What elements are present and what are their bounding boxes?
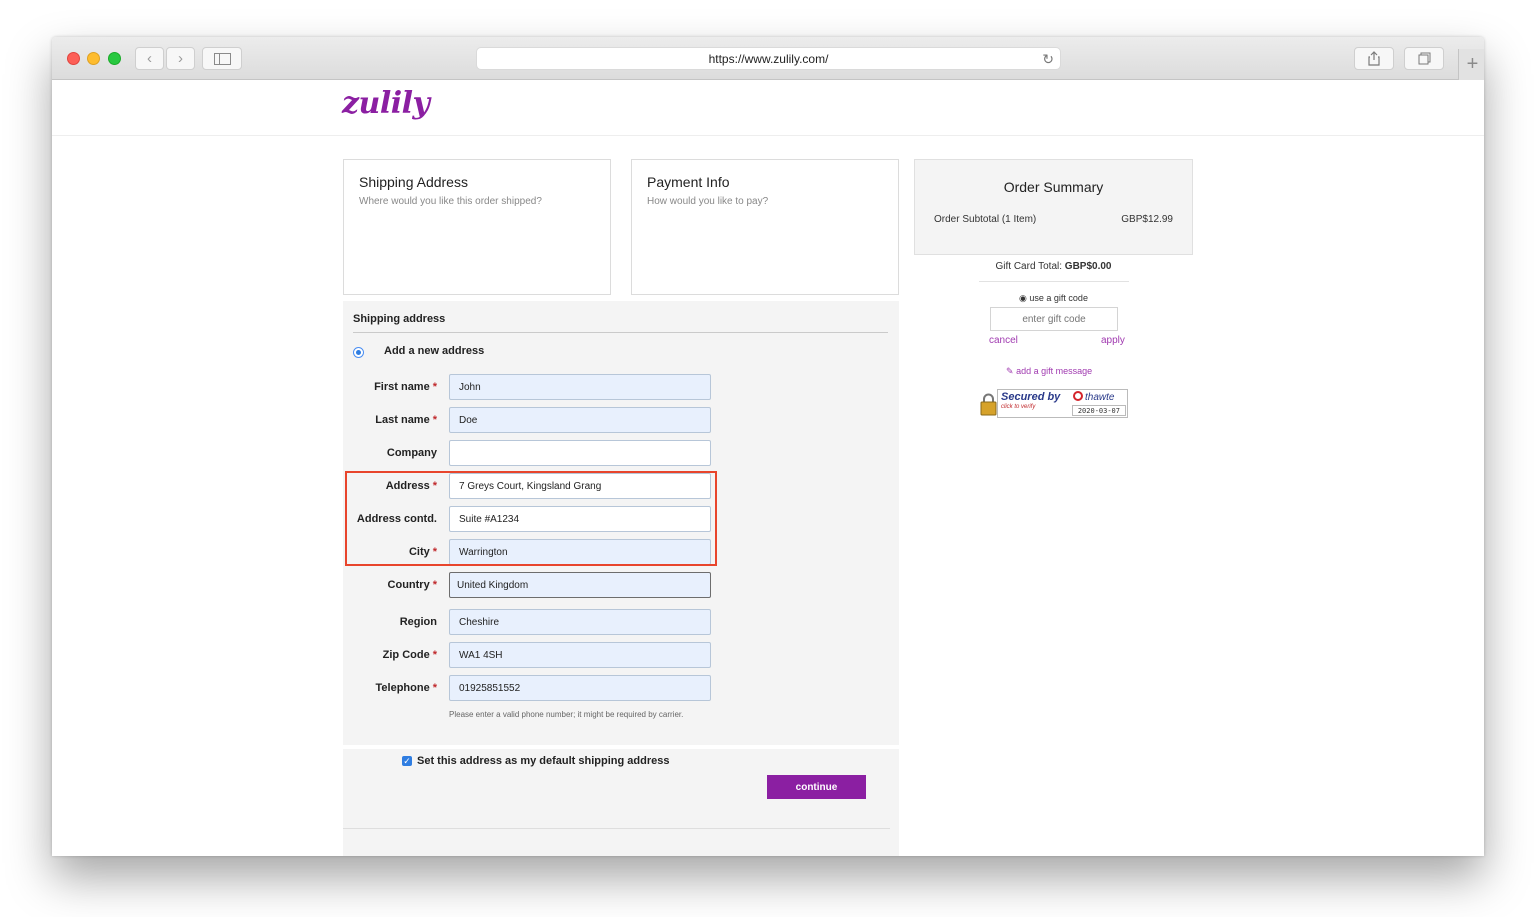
required-marker: * bbox=[432, 579, 437, 591]
telephone-label: Telephone * bbox=[376, 682, 437, 694]
section-divider bbox=[353, 332, 888, 333]
shipping-address-form: Shipping address Add a new address First… bbox=[343, 301, 899, 856]
thawte-logo: thawte bbox=[1073, 391, 1114, 403]
order-subtotal-value: GBP$12.99 bbox=[1121, 214, 1173, 225]
form-footer: ✓ Set this address as my default shippin… bbox=[343, 745, 899, 856]
thawte-logo-mark bbox=[1073, 391, 1083, 401]
address-bar[interactable]: https://www.zulily.com/ ↻ bbox=[476, 47, 1061, 70]
gift-code-cancel-link[interactable]: cancel bbox=[989, 335, 1018, 346]
default-address-label: Set this address as my default shipping … bbox=[417, 755, 670, 767]
padlock-icon bbox=[980, 393, 997, 416]
zip-code-label-text: Zip Code bbox=[382, 649, 430, 661]
last-name-row: Last name * bbox=[343, 407, 899, 435]
close-window-button[interactable] bbox=[67, 52, 80, 65]
first-name-row: First name * bbox=[343, 374, 899, 402]
sidebar-icon bbox=[213, 52, 231, 65]
country-row: Country * United Kingdom bbox=[343, 572, 899, 600]
add-gift-message-link[interactable]: ✎ add a gift message bbox=[1006, 366, 1092, 377]
use-gift-code-label: use a gift code bbox=[1029, 293, 1088, 303]
phone-help-text: Please enter a valid phone number; it mi… bbox=[449, 710, 684, 719]
payment-info-step-card: Payment Info How would you like to pay? bbox=[631, 159, 899, 295]
badge-box: Secured by click to verify thawte 2020-0… bbox=[997, 389, 1128, 418]
thawte-brand-text: thawte bbox=[1085, 392, 1115, 403]
tabs-overview-button[interactable] bbox=[1404, 47, 1444, 70]
edit-icon: ✎ bbox=[1006, 366, 1014, 376]
card-title: Payment Info bbox=[647, 174, 730, 190]
zulily-logo[interactable]: zulily bbox=[342, 86, 430, 121]
click-to-verify-text: click to verify bbox=[1001, 404, 1036, 410]
share-icon bbox=[1368, 51, 1380, 66]
gift-code-apply-link[interactable]: apply bbox=[1101, 335, 1125, 346]
region-row: Region bbox=[343, 609, 899, 637]
minimize-window-button[interactable] bbox=[87, 52, 100, 65]
continue-button[interactable]: continue bbox=[767, 775, 866, 799]
gift-card-total-value: GBP$0.00 bbox=[1064, 261, 1112, 272]
page: zulily Shipping Address Where would you … bbox=[52, 80, 1484, 856]
company-label: Company bbox=[386, 447, 437, 459]
radio-icon: ◉ bbox=[1019, 293, 1027, 303]
reload-icon[interactable]: ↻ bbox=[1042, 51, 1054, 68]
country-select[interactable]: United Kingdom bbox=[449, 572, 711, 598]
section-title: Shipping address bbox=[353, 313, 446, 325]
region-input[interactable] bbox=[449, 609, 711, 635]
add-new-address-radio[interactable] bbox=[353, 347, 364, 358]
chevron-left-icon: ‹ bbox=[147, 50, 152, 67]
sidebar-toggle-button[interactable] bbox=[202, 47, 242, 70]
last-name-input[interactable] bbox=[449, 407, 711, 433]
back-button[interactable]: ‹ bbox=[135, 47, 164, 70]
thawte-security-badge[interactable]: Secured by click to verify thawte 2020-0… bbox=[980, 389, 1129, 420]
zoom-window-button[interactable] bbox=[108, 52, 121, 65]
chevron-right-icon: › bbox=[178, 50, 183, 67]
browser-window: ‹ › https://www.zulily.com/ ↻ + zulily S… bbox=[52, 37, 1484, 856]
shipping-address-step-card: Shipping Address Where would you like th… bbox=[343, 159, 611, 295]
first-name-label-text: First name bbox=[374, 381, 430, 393]
order-summary-title: Order Summary bbox=[1003, 179, 1104, 195]
required-marker: * bbox=[432, 649, 437, 661]
order-summary: Order Summary Order Subtotal (1 Item) GB… bbox=[914, 159, 1193, 255]
last-name-label-text: Last name bbox=[375, 414, 430, 426]
gift-code-input[interactable] bbox=[990, 307, 1118, 331]
company-input[interactable] bbox=[449, 440, 711, 466]
secured-by-text: Secured by bbox=[1001, 391, 1061, 403]
card-subtitle: How would you like to pay? bbox=[647, 196, 769, 207]
telephone-row: Telephone * bbox=[343, 675, 899, 703]
badge-date: 2020-03-07 bbox=[1071, 405, 1126, 416]
address-highlight-box bbox=[345, 471, 717, 566]
gift-card-total-label: Gift Card Total: bbox=[995, 261, 1063, 272]
region-label: Region bbox=[399, 616, 437, 628]
required-marker: * bbox=[432, 381, 437, 393]
zip-code-label: Zip Code * bbox=[383, 649, 437, 661]
divider bbox=[343, 828, 890, 829]
browser-toolbar: ‹ › https://www.zulily.com/ ↻ + bbox=[52, 37, 1484, 80]
divider bbox=[979, 281, 1129, 282]
country-label-text: Country bbox=[387, 579, 430, 591]
country-label: Country * bbox=[388, 579, 437, 591]
add-gift-message-label: add a gift message bbox=[1016, 366, 1093, 376]
share-button[interactable] bbox=[1354, 47, 1394, 70]
required-marker: * bbox=[432, 682, 437, 694]
order-subtotal-label: Order Subtotal (1 Item) bbox=[934, 214, 1037, 225]
first-name-label: First name * bbox=[374, 381, 437, 393]
card-subtitle: Where would you like this order shipped? bbox=[359, 196, 542, 207]
zip-code-row: Zip Code * bbox=[343, 642, 899, 670]
company-row: Company bbox=[343, 440, 899, 468]
site-header: zulily bbox=[52, 80, 1484, 136]
use-gift-code-toggle[interactable]: ◉ use a gift code bbox=[914, 293, 1193, 304]
default-address-checkbox[interactable]: ✓ bbox=[402, 756, 412, 766]
last-name-label: Last name * bbox=[375, 414, 437, 426]
card-title: Shipping Address bbox=[359, 174, 468, 190]
telephone-input[interactable] bbox=[449, 675, 711, 701]
first-name-input[interactable] bbox=[449, 374, 711, 400]
gift-card-total: Gift Card Total: GBP$0.00 bbox=[914, 261, 1193, 272]
telephone-label-text: Telephone bbox=[375, 682, 430, 694]
tabs-icon bbox=[1418, 52, 1430, 65]
url-text: https://www.zulily.com/ bbox=[708, 51, 829, 66]
plus-icon: + bbox=[1466, 53, 1479, 75]
forward-button[interactable]: › bbox=[166, 47, 195, 70]
add-new-address-label: Add a new address bbox=[384, 345, 485, 357]
required-marker: * bbox=[432, 414, 437, 426]
new-tab-button[interactable]: + bbox=[1458, 49, 1484, 80]
zip-code-input[interactable] bbox=[449, 642, 711, 668]
